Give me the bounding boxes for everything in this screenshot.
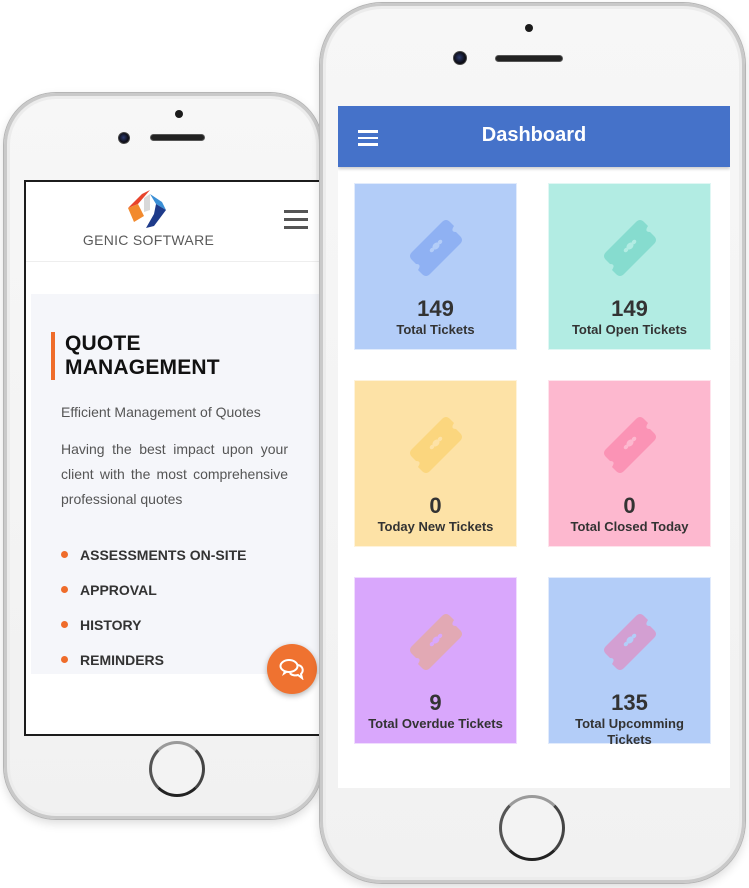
tile-value: 9 bbox=[429, 690, 442, 715]
feature-label: ASSESSMENTS ON-SITE bbox=[80, 547, 247, 563]
chat-button[interactable] bbox=[267, 644, 317, 694]
right-phone-frame: Dashboard 149 Total Tickets 149 Total Op… bbox=[320, 3, 745, 883]
tile-value: 135 bbox=[611, 690, 648, 715]
tile-total-upcoming-tickets[interactable]: 135 Total Upcomming Tickets bbox=[548, 577, 711, 747]
feature-list: ASSESSMENTS ON-SITE APPROVAL HISTORY REM… bbox=[61, 546, 246, 686]
tile-total-closed-today[interactable]: 0 Total Closed Today bbox=[548, 380, 711, 547]
tile-label: Total Closed Today bbox=[570, 519, 689, 534]
feature-label: HISTORY bbox=[80, 617, 142, 633]
app-bar: Dashboard bbox=[338, 106, 730, 167]
tile-value: 149 bbox=[611, 296, 648, 321]
ticket-icon bbox=[409, 220, 462, 276]
earpiece-speaker bbox=[495, 55, 563, 62]
earpiece-speaker bbox=[150, 134, 205, 141]
hamburger-icon[interactable] bbox=[284, 210, 308, 230]
tile-today-new-tickets[interactable]: 0 Today New Tickets bbox=[354, 380, 517, 547]
ticket-icon bbox=[603, 417, 656, 473]
proximity-sensor bbox=[525, 24, 533, 32]
feature-item: ASSESSMENTS ON-SITE bbox=[61, 546, 246, 581]
left-phone-screen: GENIC SOFTWARE QUOTE MANAGEMENT Efficien… bbox=[24, 180, 324, 736]
tile-total-overdue-tickets[interactable]: 9 Total Overdue Tickets bbox=[354, 577, 517, 744]
section-title-line1: QUOTE bbox=[65, 332, 141, 355]
tile-label: Total Upcomming Tickets bbox=[575, 716, 684, 747]
app-title: Dashboard bbox=[481, 124, 587, 146]
front-camera bbox=[453, 51, 467, 65]
dashboard-tiles: 149 Total Tickets 149 Total Open Tickets… bbox=[354, 183, 712, 747]
site-header: GENIC SOFTWARE bbox=[26, 182, 324, 262]
right-phone-screen: Dashboard 149 Total Tickets 149 Total Op… bbox=[338, 106, 730, 788]
tile-total-open-tickets[interactable]: 149 Total Open Tickets bbox=[548, 183, 711, 350]
feature-label: REMINDERS bbox=[80, 652, 165, 668]
bullet-icon bbox=[61, 586, 68, 593]
genic-software-logo[interactable]: GENIC SOFTWARE bbox=[76, 188, 221, 252]
home-button[interactable] bbox=[149, 741, 205, 797]
tile-value: 149 bbox=[417, 296, 454, 321]
chat-bubbles-icon bbox=[279, 659, 304, 680]
section-description: Having the best impact upon your client … bbox=[61, 441, 288, 507]
bullet-icon bbox=[61, 621, 68, 628]
ticket-icon bbox=[603, 220, 656, 276]
proximity-sensor bbox=[175, 110, 183, 118]
feature-item: HISTORY bbox=[61, 616, 246, 651]
feature-item: APPROVAL bbox=[61, 581, 246, 616]
ticket-icon bbox=[409, 614, 462, 670]
tile-value: 0 bbox=[429, 493, 442, 518]
bullet-icon bbox=[61, 551, 68, 558]
tile-value: 0 bbox=[623, 493, 636, 518]
quote-management-section: QUOTE MANAGEMENT Efficient Management of… bbox=[31, 294, 324, 674]
section-subtitle: Efficient Management of Quotes bbox=[61, 404, 261, 420]
left-phone-frame: GENIC SOFTWARE QUOTE MANAGEMENT Efficien… bbox=[4, 93, 324, 819]
brand-name: GENIC SOFTWARE bbox=[82, 232, 215, 248]
feature-item: REMINDERS bbox=[61, 651, 246, 686]
ticket-icon bbox=[603, 614, 656, 670]
ticket-icon bbox=[409, 417, 462, 473]
tile-label: Total Tickets bbox=[396, 322, 475, 337]
tile-total-tickets[interactable]: 149 Total Tickets bbox=[354, 183, 517, 350]
tile-label: Total Overdue Tickets bbox=[368, 716, 503, 731]
tile-label: Today New Tickets bbox=[377, 519, 494, 534]
feature-label: APPROVAL bbox=[80, 582, 157, 598]
section-title-line2: MANAGEMENT bbox=[65, 356, 220, 379]
section-title: QUOTE MANAGEMENT bbox=[51, 332, 220, 380]
logo-mark-icon bbox=[128, 190, 166, 228]
home-button[interactable] bbox=[499, 795, 565, 861]
bullet-icon bbox=[61, 656, 68, 663]
tile-label: Total Open Tickets bbox=[571, 322, 688, 337]
front-camera bbox=[118, 132, 130, 144]
